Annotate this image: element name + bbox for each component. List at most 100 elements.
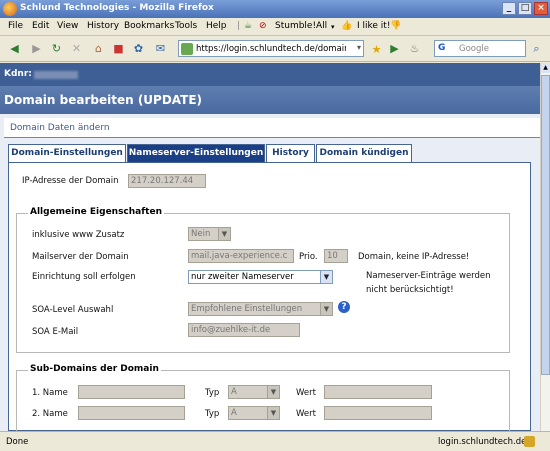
go-icon[interactable]: ▶ [386, 40, 403, 57]
subdomains-legend: Sub-Domains der Domain [28, 364, 161, 374]
menu-tools[interactable]: Tools [175, 21, 197, 31]
thumbs-down-icon[interactable]: 👎 [390, 21, 401, 31]
soa-email-field: info@zuehlke-it.de [188, 323, 300, 337]
subdomain-1-name-label: 1. Name [32, 388, 68, 398]
tab-domain-kuendigen[interactable]: Domain kündigen [316, 144, 412, 163]
minimize-button[interactable]: _ [502, 2, 516, 15]
i-like-it-button[interactable]: I like it! [357, 21, 390, 31]
mailserver-label: Mailserver der Domain [32, 252, 129, 262]
feed-icon[interactable]: ✿ [130, 40, 147, 57]
search-input[interactable]: G Google [434, 40, 526, 57]
kdnr-label: Kdnr: [4, 69, 32, 79]
www-select: Nein ▼ [188, 227, 231, 241]
subheader-text: Domain Daten ändern [10, 123, 110, 133]
java-icon[interactable]: ☕ [244, 21, 252, 31]
all-dropdown[interactable]: All [316, 21, 327, 31]
scrollbar-thumb[interactable] [541, 75, 550, 375]
soa-level-label: SOA-Level Auswahl [32, 305, 114, 315]
url-dropdown-icon[interactable]: ▾ [357, 43, 361, 52]
soa-email-label: SOA E-Mail [32, 327, 79, 337]
status-bar: Done login.schlundtech.de [0, 431, 550, 451]
stop-icon[interactable]: ⊘ [259, 21, 267, 31]
chevron-down-icon: ▼ [218, 228, 230, 240]
soa-level-value: Empfohlene Einstellungen [191, 304, 303, 314]
lock-icon[interactable] [524, 436, 535, 447]
subdomain-1-typ-label: Typ [205, 388, 220, 398]
subdomain-1-name-field [78, 385, 185, 399]
url-text: https://login.schlundtech.de/domain/upda [196, 44, 346, 54]
search-icon[interactable]: ⌕ [528, 40, 545, 57]
menu-edit[interactable]: Edit [32, 21, 49, 31]
kdnr-value-redacted [34, 71, 78, 79]
thumbs-up-icon[interactable]: 👍 [341, 21, 352, 31]
google-icon: G [438, 43, 446, 53]
forward-icon[interactable]: ▶ [28, 40, 45, 57]
prio-field: 10 [324, 249, 348, 263]
www-label: inklusive www Zusatz [32, 230, 125, 240]
status-domain: login.schlundtech.de [438, 437, 527, 447]
window-title-bar: Schlund Technologies - Mozilla Firefox _… [0, 0, 550, 18]
mailserver-field: mail.java-experience.c [188, 249, 294, 263]
vertical-scrollbar[interactable]: ▲ [540, 63, 550, 431]
menu-view[interactable]: View [57, 21, 78, 31]
pocket-icon[interactable]: ♨ [406, 40, 423, 57]
home-icon[interactable]: ⌂ [90, 40, 107, 57]
page-viewport: Kdnr: Domain bearbeiten (UPDATE) Domain … [0, 63, 540, 431]
subdomain-1-typ-select: A ▼ [228, 385, 280, 399]
help-icon[interactable]: ? [338, 301, 350, 313]
star-icon[interactable]: ★ [368, 41, 385, 58]
subdomain-1-typ-value: A [231, 387, 237, 397]
setup-note-line1: Nameserver-Einträge werden [366, 271, 491, 281]
subdomain-2-typ-label: Typ [205, 409, 220, 419]
window-title: Schlund Technologies - Mozilla Firefox [20, 3, 214, 13]
subdomain-2-name-field [78, 406, 185, 420]
ip-label: IP-Adresse der Domain [22, 176, 119, 186]
setup-label: Einrichtung soll erfolgen [32, 272, 136, 282]
chevron-down-icon: ▼ [320, 303, 332, 315]
setup-select[interactable]: nur zweiter Nameserver ▼ [188, 270, 333, 284]
bookmark-icon[interactable]: ■ [110, 40, 127, 57]
stop-load-icon[interactable]: ✕ [68, 40, 85, 57]
status-text: Done [6, 437, 29, 447]
reload-icon[interactable]: ↻ [48, 40, 65, 57]
soa-level-select: Empfohlene Einstellungen ▼ [188, 302, 333, 316]
back-icon[interactable]: ◀ [6, 40, 23, 57]
chevron-down-icon: ▼ [267, 407, 279, 419]
subdomain-2-name-label: 2. Name [32, 409, 68, 419]
tab-history[interactable]: History [266, 144, 315, 163]
www-select-value: Nein [191, 229, 211, 239]
menu-file[interactable]: File [8, 21, 23, 31]
page-title: Domain bearbeiten (UPDATE) [0, 86, 540, 114]
chevron-down-icon[interactable]: ▼ [320, 271, 332, 283]
mailserver-note: Domain, keine IP-Adresse! [358, 252, 470, 262]
menu-help[interactable]: Help [206, 21, 227, 31]
subdomain-2-typ-select: A ▼ [228, 406, 280, 420]
maximize-button[interactable]: □ [518, 2, 532, 15]
ip-field: 217.20.127.44 [128, 174, 206, 188]
prio-label: Prio. [299, 252, 318, 262]
menu-history[interactable]: History [87, 21, 119, 31]
tools-icon[interactable]: ✉ [152, 40, 169, 57]
tab-nameserver-einstellungen[interactable]: Nameserver-Einstellungen [127, 144, 265, 163]
setup-select-value: nur zweiter Nameserver [191, 272, 294, 282]
subdomain-1-wert-field [324, 385, 432, 399]
url-bar[interactable]: https://login.schlundtech.de/domain/upda… [178, 40, 364, 57]
menu-bar: File Edit View History Bookmarks Tools H… [0, 18, 550, 36]
subdomain-2-typ-value: A [231, 408, 237, 418]
chevron-down-icon: ▼ [267, 386, 279, 398]
tab-domain-einstellungen[interactable]: Domain-Einstellungen [8, 144, 126, 163]
setup-note-line2: nicht berücksichtigt! [366, 285, 454, 295]
scroll-up-icon[interactable]: ▲ [541, 63, 550, 73]
site-identity-icon[interactable] [181, 43, 193, 55]
subdomain-2-wert-label: Wert [296, 409, 316, 419]
customer-number-bar: Kdnr: [0, 63, 540, 86]
toolbar-separator: | [237, 21, 241, 31]
stumble-button[interactable]: Stumble! [275, 21, 316, 31]
chevron-down-icon[interactable]: ▾ [331, 23, 335, 31]
subdomain-1-wert-label: Wert [296, 388, 316, 398]
subdomains-fieldset [16, 370, 510, 431]
page-title-text: Domain bearbeiten (UPDATE) [4, 93, 203, 107]
menu-bookmarks[interactable]: Bookmarks [124, 21, 174, 31]
close-button[interactable]: × [534, 2, 548, 15]
firefox-icon [3, 2, 17, 16]
